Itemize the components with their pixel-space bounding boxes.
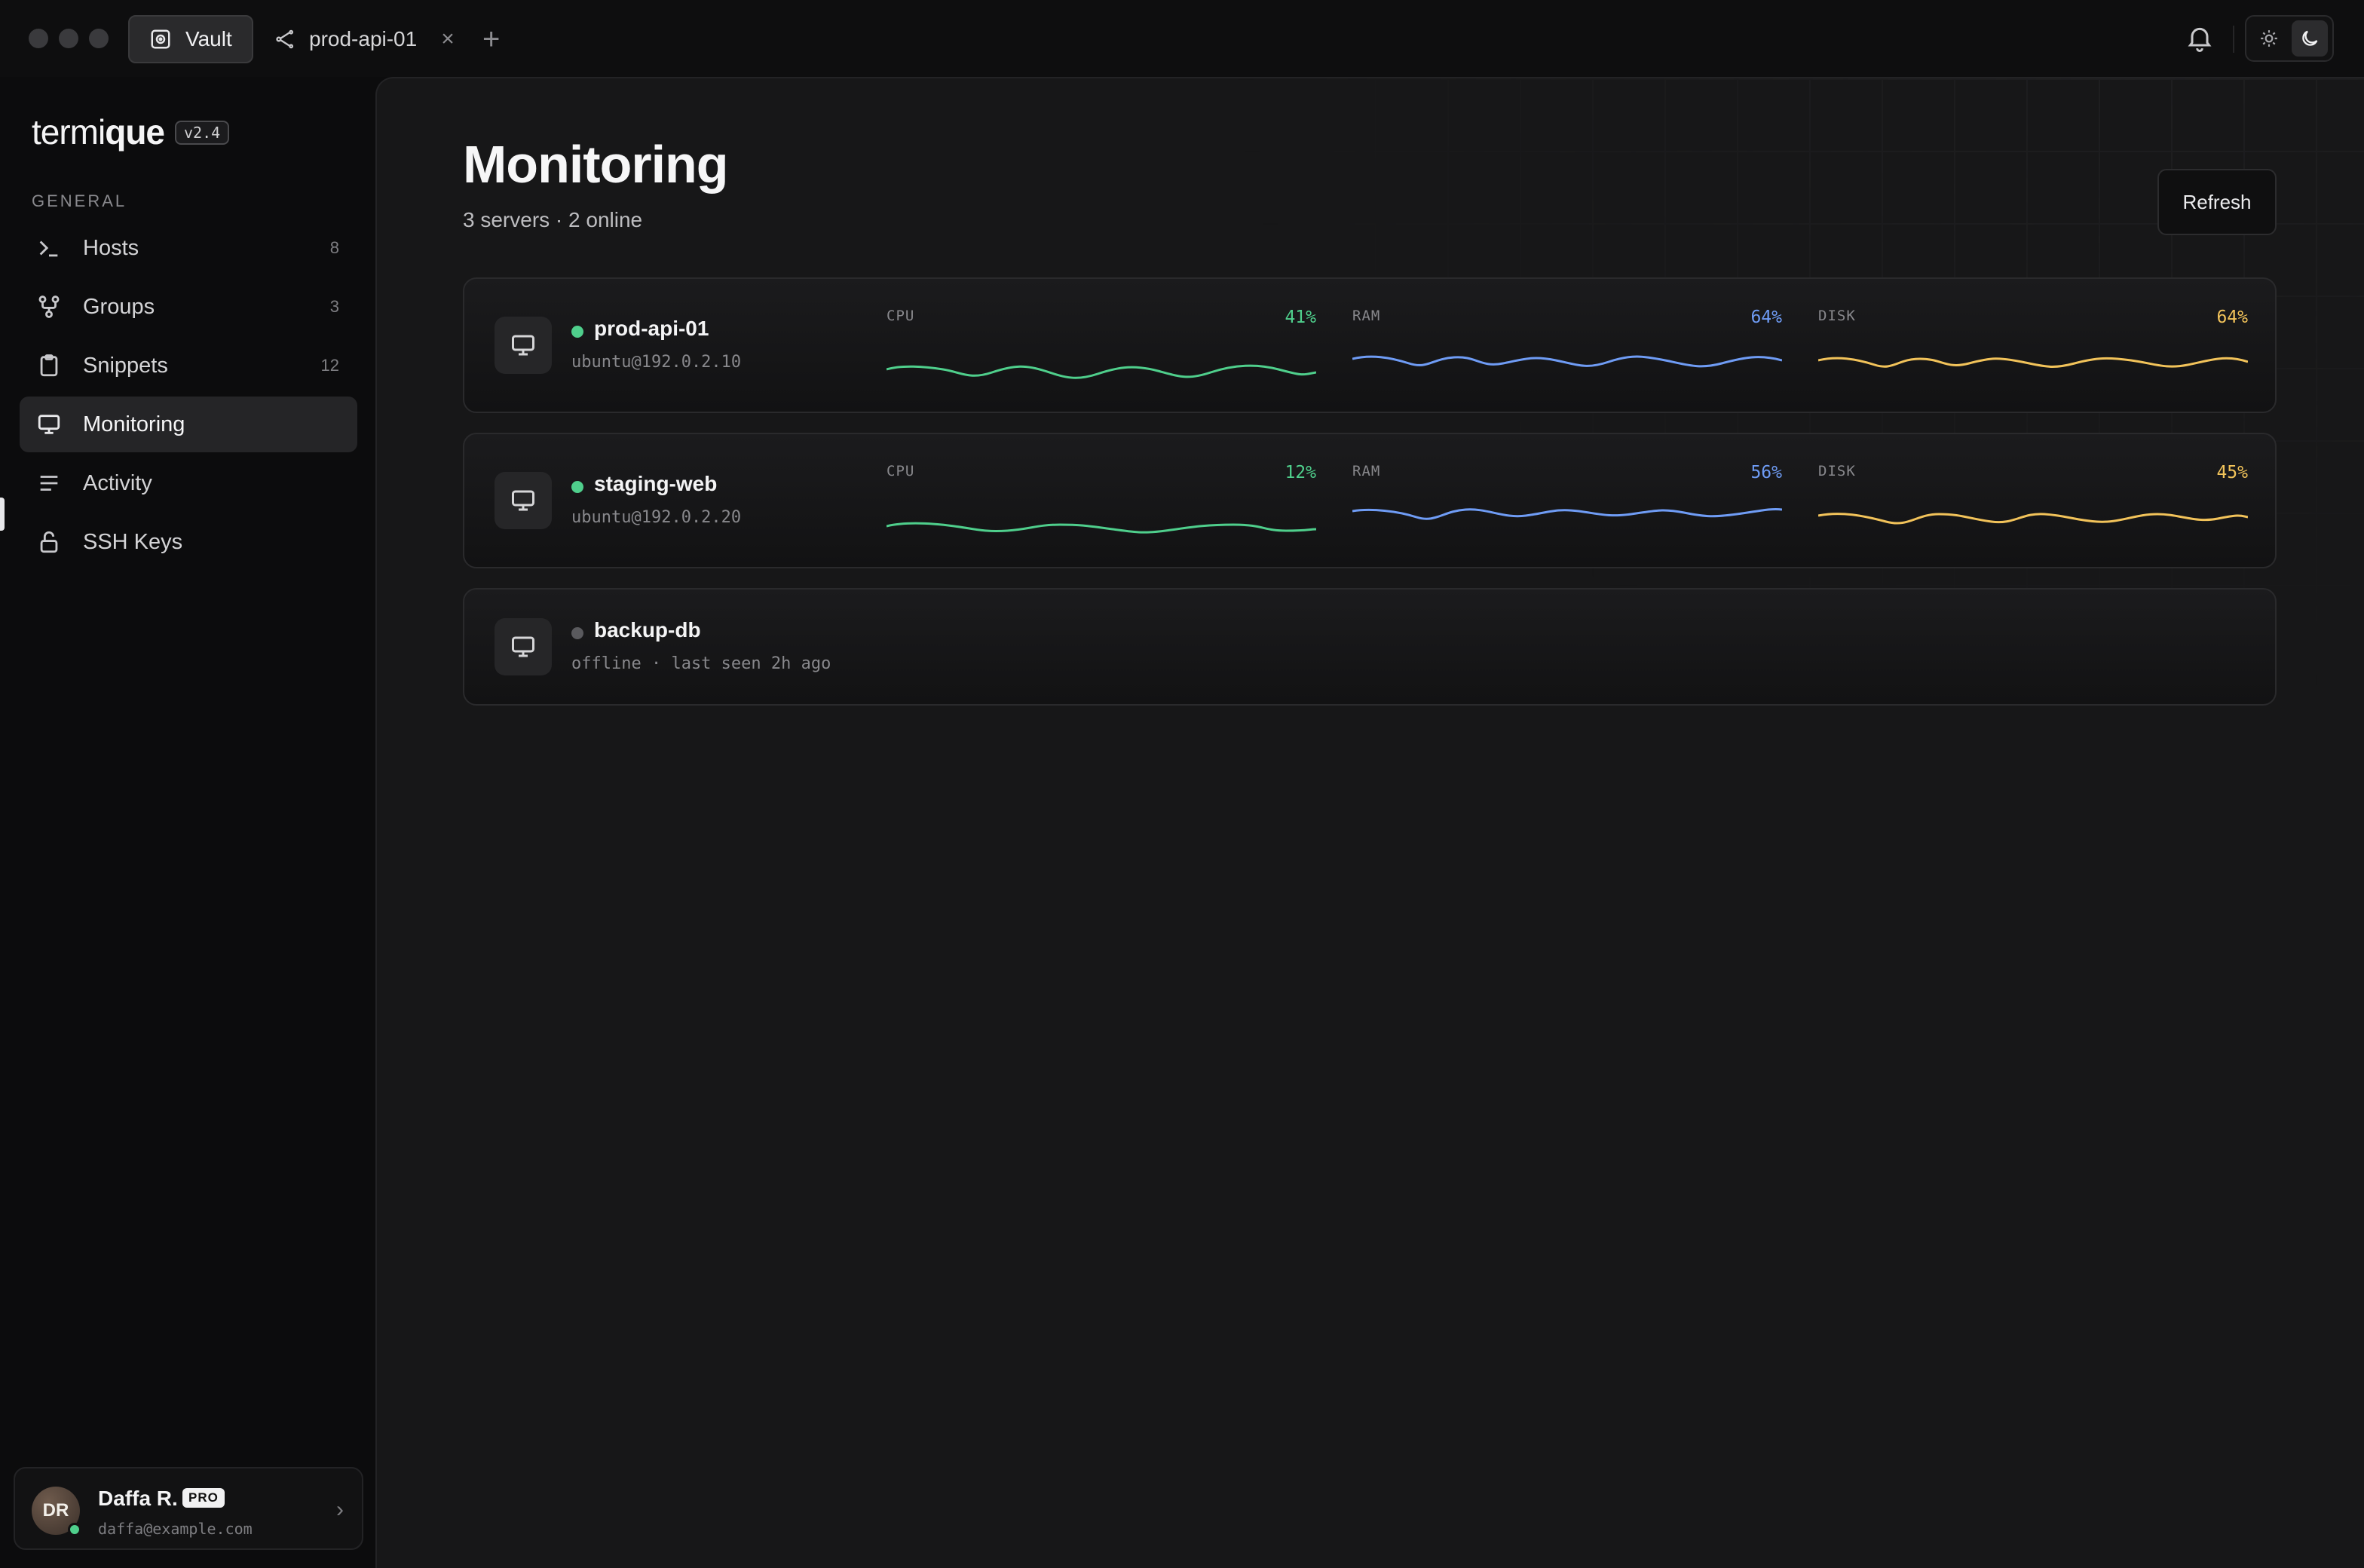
metric-label: RAM [1352, 463, 1381, 479]
dark-theme-button[interactable] [2292, 20, 2328, 57]
metric-value: 41% [1285, 308, 1316, 327]
sidebar-item-groups[interactable]: Groups 3 [20, 279, 357, 335]
sidebar-item-count: 8 [329, 238, 339, 257]
server-host: ubuntu@192.0.2.20 [571, 508, 742, 527]
sidebar-item-monitoring[interactable]: Monitoring [20, 397, 357, 452]
server-icon-box [495, 618, 552, 675]
metric-cpu: CPU 12% [886, 463, 1316, 553]
close-tab-icon[interactable]: × [441, 26, 455, 52]
monitor-icon [36, 412, 62, 437]
new-tab-button[interactable]: + [482, 21, 500, 57]
metric-value: 45% [2216, 463, 2248, 482]
vault-icon [151, 29, 170, 49]
brand-logo: termique [32, 112, 165, 152]
metric-label: DISK [1818, 463, 1856, 479]
ram-sparkline [1352, 508, 1782, 520]
terminal-icon [36, 235, 62, 261]
list-icon [36, 470, 62, 496]
tab-vault[interactable]: Vault [128, 15, 253, 63]
metric-cpu: CPU 41% [886, 308, 1316, 398]
section-label-general: GENERAL [32, 191, 127, 210]
metric-disk: DISK 45% [1818, 463, 2248, 553]
ssh-icon [276, 29, 294, 49]
status-offline-dot [571, 627, 583, 639]
notifications-button[interactable] [2185, 23, 2215, 57]
sidebar-item-count: 3 [329, 297, 339, 316]
sidebar-item-hosts[interactable]: Hosts 8 [20, 220, 357, 276]
disk-sparkline [1818, 357, 2248, 368]
user-name: Daffa R. [98, 1487, 178, 1510]
sidebar-item-label: Hosts [83, 235, 139, 260]
refresh-button[interactable]: Refresh [2157, 169, 2277, 235]
sidebar-item-snippets[interactable]: Snippets 12 [20, 338, 357, 394]
metric-label: CPU [886, 308, 915, 324]
bell-icon [2188, 27, 2212, 52]
monitor-icon [512, 490, 534, 511]
ram-sparkline [1352, 355, 1782, 368]
sidebar: termique v2.4 GENERAL Hosts 8 Groups 3 S… [0, 77, 375, 1568]
tab-label: Vault [185, 27, 232, 51]
chevron-right-icon: › [336, 1497, 344, 1522]
user-email: daffa@example.com [98, 1520, 253, 1538]
tab-prod-api-01[interactable]: prod-api-01 × [274, 15, 455, 63]
server-status-text: offline · last seen 2h ago [571, 654, 831, 673]
disk-sparkline [1818, 513, 2248, 525]
server-name: prod-api-01 [594, 317, 709, 340]
window-close-dot[interactable] [29, 29, 48, 48]
page-title: Monitoring [463, 135, 729, 194]
sidebar-item-label: Snippets [83, 353, 168, 378]
user-profile-card[interactable]: DR Daffa R. PRO daffa@example.com › [14, 1467, 363, 1550]
metric-value: 64% [2216, 308, 2248, 327]
main-content: Monitoring 3 servers · 2 online Refresh … [375, 77, 2364, 1568]
title-bar: Vault prod-api-01 × + [0, 0, 2364, 77]
monitor-icon [512, 335, 534, 356]
groups-icon [36, 294, 62, 320]
active-indicator [0, 498, 5, 531]
sidebar-item-activity[interactable]: Activity [20, 455, 357, 511]
metric-value: 56% [1750, 463, 1782, 482]
sidebar-item-count: 12 [320, 356, 339, 375]
tab-label: prod-api-01 [309, 27, 418, 51]
cpu-sparkline [886, 364, 1316, 379]
metric-ram: RAM 56% [1352, 463, 1782, 553]
sidebar-item-label: Monitoring [83, 412, 185, 436]
monitor-icon [512, 636, 534, 657]
sidebar-item-label: Groups [83, 294, 155, 319]
sidebar-item-ssh-keys[interactable]: SSH Keys [20, 514, 357, 570]
light-theme-button[interactable] [2251, 20, 2287, 57]
window-minimize-dot[interactable] [59, 29, 78, 48]
server-card-prod-api-01[interactable]: prod-api-01 ubuntu@192.0.2.10 CPU 41% RA… [463, 277, 2277, 413]
server-name: staging-web [594, 472, 718, 495]
server-icon-box [495, 317, 552, 374]
metric-disk: DISK 64% [1818, 308, 2248, 398]
server-card-backup-db[interactable]: backup-db offline · last seen 2h ago [463, 588, 2277, 706]
server-icon-box [495, 472, 552, 529]
server-card-staging-web[interactable]: staging-web ubuntu@192.0.2.20 CPU 12% RA… [463, 433, 2277, 568]
presence-indicator [68, 1523, 81, 1536]
server-name: backup-db [594, 618, 701, 642]
server-host: ubuntu@192.0.2.10 [571, 353, 742, 372]
sidebar-item-label: SSH Keys [83, 529, 183, 554]
metric-label: CPU [886, 463, 915, 479]
clipboard-icon [36, 353, 62, 378]
version-badge: v2.4 [175, 121, 230, 145]
status-online-dot [571, 326, 583, 338]
metric-label: DISK [1818, 308, 1856, 324]
metric-value: 64% [1750, 308, 1782, 327]
status-online-dot [571, 481, 583, 493]
theme-toggle[interactable] [2245, 15, 2334, 62]
sun-icon [2261, 30, 2277, 47]
plan-badge: PRO [182, 1488, 225, 1508]
metric-value: 12% [1285, 463, 1316, 482]
window-zoom-dot[interactable] [89, 29, 109, 48]
toolbar-divider [2233, 26, 2234, 53]
metric-label: RAM [1352, 308, 1381, 324]
sidebar-item-label: Activity [83, 470, 152, 495]
page-subtitle: 3 servers · 2 online [463, 208, 643, 231]
cpu-sparkline [886, 522, 1316, 534]
moon-icon [2302, 30, 2318, 46]
metric-ram: RAM 64% [1352, 308, 1782, 398]
lock-icon [36, 529, 62, 555]
